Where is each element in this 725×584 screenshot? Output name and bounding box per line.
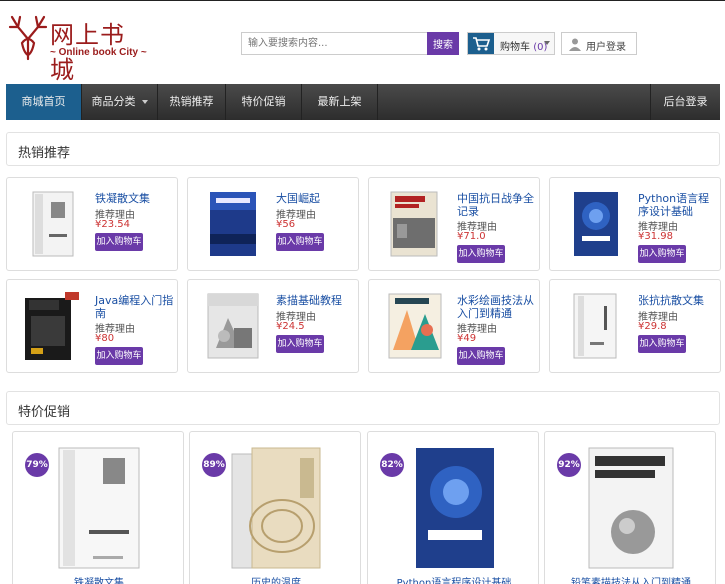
login-label: 用户登录: [586, 42, 626, 53]
book-price: ¥24.5: [276, 321, 305, 332]
antler-logo-icon: [8, 15, 48, 61]
promo-book-title[interactable]: 铅笔素描技法从入门到精通: [545, 574, 715, 584]
book-card[interactable]: 素描基础教程 推荐理由 ¥24.5 加入购物车: [187, 279, 359, 373]
add-to-cart-button[interactable]: 加入购物车: [457, 245, 505, 263]
promo-card[interactable]: 92% 铅笔素描技法从入门到精通: [544, 431, 716, 584]
book-card[interactable]: 张抗抗散文集 推荐理由 ¥29.8 加入购物车: [549, 279, 721, 373]
book-card[interactable]: 中国抗日战争全记录 推荐理由 ¥71.0 加入购物车: [368, 177, 540, 271]
book-price: ¥31.98: [638, 231, 673, 242]
user-icon: [569, 38, 581, 51]
book-price: ¥80: [95, 333, 115, 344]
user-login-button[interactable]: 用户登录: [561, 32, 637, 55]
book-price: ¥56: [276, 219, 296, 230]
discount-badge: 79%: [25, 453, 49, 477]
book-cover-image: [574, 192, 618, 256]
book-cover-image: [390, 191, 438, 257]
discount-badge: 92%: [557, 453, 581, 477]
nav-admin-login[interactable]: 后台登录: [650, 84, 720, 120]
book-cover-image: [32, 191, 74, 257]
promo-card[interactable]: 79% 铁凝散文集: [12, 431, 184, 584]
promo-card[interactable]: 82% Python语言程序设计基础: [367, 431, 539, 584]
main-nav: 商城首页 商品分类 热销推荐 特价促销 最新上架 后台登录: [6, 84, 720, 120]
book-price: ¥29.8: [638, 321, 667, 332]
add-to-cart-button[interactable]: 加入购物车: [95, 233, 143, 251]
cart-button[interactable]: 购物车 (0): [467, 32, 555, 55]
book-card[interactable]: 铁凝散文集 推荐理由 ¥23.54 加入购物车: [6, 177, 178, 271]
book-title[interactable]: 张抗抗散文集: [638, 294, 718, 307]
book-title[interactable]: Python语言程序设计基础: [638, 192, 718, 218]
book-cover-image: [416, 448, 494, 568]
search-input[interactable]: [241, 32, 427, 55]
book-title[interactable]: 中国抗日战争全记录: [457, 192, 537, 218]
cart-label: 购物车 (0): [500, 42, 548, 53]
book-cover-image: [207, 293, 259, 359]
book-title[interactable]: 铁凝散文集: [95, 192, 175, 205]
add-to-cart-button[interactable]: 加入购物车: [638, 335, 686, 353]
cart-icon-box: [468, 33, 494, 54]
chevron-down-icon: [141, 100, 148, 104]
book-cover-image: [573, 293, 617, 359]
book-price: ¥23.54: [95, 219, 130, 230]
nav-hot[interactable]: 热销推荐: [158, 84, 226, 120]
add-to-cart-button[interactable]: 加入购物车: [95, 347, 143, 365]
promo-book-title[interactable]: 铁凝散文集: [13, 574, 183, 584]
book-price: ¥71.0: [457, 231, 486, 242]
book-cover-image: [58, 447, 140, 569]
book-cover-image: [588, 447, 674, 569]
site-logo[interactable]: 网上书城 ~ Online book City ~: [8, 13, 147, 84]
add-to-cart-button[interactable]: 加入购物车: [276, 335, 324, 353]
nav-home[interactable]: 商城首页: [6, 84, 82, 120]
promo-card[interactable]: 89% 历史的温度: [189, 431, 361, 584]
book-price: ¥49: [457, 333, 477, 344]
book-card[interactable]: 大国崛起 推荐理由 ¥56 加入购物车: [187, 177, 359, 271]
promo-book-title[interactable]: 历史的温度: [190, 574, 360, 584]
cart-icon: [473, 37, 491, 51]
book-card[interactable]: Python语言程序设计基础 推荐理由 ¥31.98 加入购物车: [549, 177, 721, 271]
hot-section-header: 热销推荐: [6, 132, 720, 166]
add-to-cart-button[interactable]: 加入购物车: [276, 233, 324, 251]
search-bar: 搜索: [241, 32, 459, 55]
promo-section-header: 特价促销: [6, 391, 720, 425]
site-header: 网上书城 ~ Online book City ~ 搜索 购物车 (0) 用户登…: [0, 0, 725, 84]
promo-heading: 特价促销: [18, 405, 71, 420]
book-card[interactable]: 水彩绘画技法从入门到精通 推荐理由 ¥49 加入购物车: [368, 279, 540, 373]
hot-heading: 热销推荐: [18, 146, 71, 161]
add-to-cart-button[interactable]: 加入购物车: [457, 347, 505, 365]
logo-english: ~ Online book City ~: [50, 47, 147, 58]
book-title[interactable]: 大国崛起: [276, 192, 356, 205]
book-title[interactable]: Java编程入门指南: [95, 294, 175, 320]
chevron-down-icon: [544, 41, 550, 45]
book-title[interactable]: 素描基础教程: [276, 294, 356, 307]
book-card[interactable]: Java编程入门指南 推荐理由 ¥80 加入购物车: [6, 279, 178, 373]
nav-categories[interactable]: 商品分类: [82, 84, 158, 120]
promo-book-title[interactable]: Python语言程序设计基础: [368, 574, 538, 584]
book-cover-image: [210, 192, 256, 256]
discount-badge: 89%: [202, 453, 226, 477]
search-button[interactable]: 搜索: [427, 32, 459, 55]
book-title[interactable]: 水彩绘画技法从入门到精通: [457, 294, 537, 320]
nav-promo[interactable]: 特价促销: [226, 84, 302, 120]
nav-new[interactable]: 最新上架: [302, 84, 378, 120]
book-cover-image: [388, 293, 442, 359]
book-cover-image: [25, 292, 79, 360]
add-to-cart-button[interactable]: 加入购物车: [638, 245, 686, 263]
book-cover-image: [231, 447, 321, 569]
discount-badge: 82%: [380, 453, 404, 477]
